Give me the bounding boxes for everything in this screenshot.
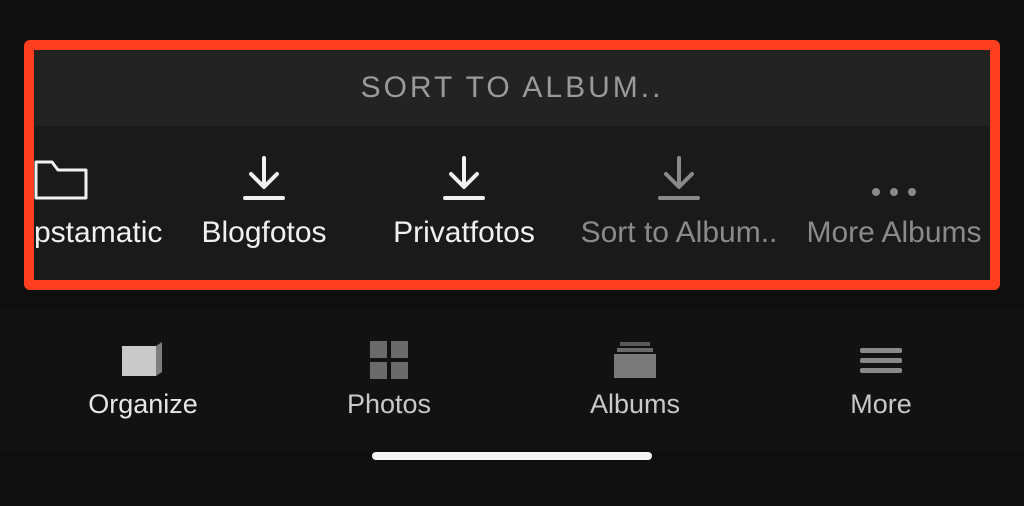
albums-icon [612,341,658,379]
sort-to-album-title: SORT TO ALBUM.. [361,71,664,105]
photos-icon [369,341,409,379]
tab-label: Organize [88,389,198,420]
home-indicator [372,452,652,460]
tab-more[interactable]: More [758,341,1004,420]
tab-organize[interactable]: Organize [20,341,266,420]
album-label: pstamatic [34,216,162,250]
download-icon [654,156,704,202]
sort-to-album-header[interactable]: SORT TO ALBUM.. [34,50,990,126]
tab-photos[interactable]: Photos [266,341,512,420]
album-item-blogfotos[interactable]: Blogfotos [164,126,364,280]
more-menu-icon [858,341,904,379]
tab-label: Photos [347,389,431,420]
more-icon [866,156,922,202]
album-row: pstamatic Blogfotos Privatfotos [34,126,990,280]
download-icon [439,156,489,202]
organize-icon [120,341,166,379]
album-label: Sort to Album.. [581,216,778,250]
album-item-privatfotos[interactable]: Privatfotos [364,126,564,280]
album-item-sort-to-album[interactable]: Sort to Album.. [564,126,794,280]
album-label: More Albums [806,216,981,250]
album-label: Blogfotos [201,216,326,250]
tab-label: Albums [590,389,680,420]
album-item-pstamatic[interactable]: pstamatic [34,126,164,280]
folder-icon [34,156,92,202]
download-icon [239,156,289,202]
album-item-more-albums[interactable]: More Albums [794,126,990,280]
tab-bar: Organize Photos Albums [0,310,1024,450]
album-label: Privatfotos [393,216,535,250]
tab-albums[interactable]: Albums [512,341,758,420]
tab-label: More [850,389,912,420]
